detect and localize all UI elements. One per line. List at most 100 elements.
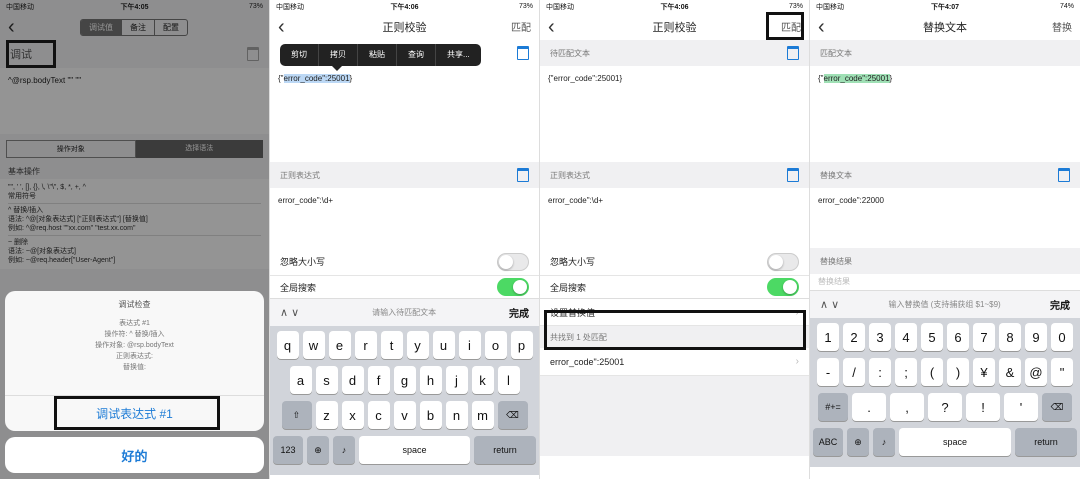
key[interactable]: ? (928, 393, 962, 421)
key[interactable]: ' (1004, 393, 1038, 421)
key[interactable]: n (445, 401, 468, 429)
nav-arrows-icon[interactable]: ∧ ∨ (280, 306, 299, 319)
delete-icon[interactable]: ⌫ (497, 401, 528, 429)
key[interactable]: d (341, 366, 364, 394)
shift-icon[interactable]: ⇧ (281, 401, 312, 429)
key[interactable]: : (869, 358, 891, 386)
key[interactable]: r (354, 331, 377, 359)
trash-icon[interactable] (1058, 168, 1070, 182)
key[interactable]: j (445, 366, 468, 394)
menu-share[interactable]: 共享... (436, 44, 481, 66)
key[interactable]: 9 (1025, 323, 1047, 351)
key[interactable]: a (289, 366, 312, 394)
key[interactable]: 4 (895, 323, 917, 351)
done-button[interactable]: 完成 (1050, 297, 1070, 312)
back-icon[interactable]: ‹ (818, 17, 825, 37)
key[interactable]: t (380, 331, 403, 359)
back-icon[interactable]: ‹ (278, 17, 285, 37)
nav-arrows-icon[interactable]: ∧ ∨ (820, 298, 839, 311)
menu-cut[interactable]: 剪切 (280, 44, 319, 66)
key[interactable]: 3 (869, 323, 891, 351)
ignore-case-toggle[interactable] (497, 252, 529, 271)
key[interactable]: / (843, 358, 865, 386)
match-button[interactable]: 匹配 (781, 19, 801, 34)
key[interactable]: b (419, 401, 442, 429)
key[interactable]: - (817, 358, 839, 386)
key-abc[interactable]: ABC (813, 428, 843, 456)
key[interactable]: q (276, 331, 299, 359)
key[interactable]: " (1051, 358, 1073, 386)
key[interactable]: e (328, 331, 351, 359)
menu-paste[interactable]: 粘贴 (358, 44, 397, 66)
text-input[interactable]: {"error_code":25001} (540, 66, 809, 162)
key[interactable]: ¥ (973, 358, 995, 386)
key-return[interactable]: return (1015, 428, 1077, 456)
key[interactable]: ; (895, 358, 917, 386)
key[interactable]: y (406, 331, 429, 359)
key[interactable]: . (852, 393, 886, 421)
match-button[interactable]: 匹配 (511, 19, 531, 34)
trash-icon[interactable] (517, 168, 529, 182)
text-input[interactable]: {"error_code":25001} (270, 66, 539, 162)
set-replace-row[interactable]: 设置替换值 › (540, 298, 809, 326)
key[interactable]: f (367, 366, 390, 394)
ok-button[interactable]: 好的 (5, 437, 264, 473)
trash-icon[interactable] (787, 168, 799, 182)
delete-icon[interactable]: ⌫ (1042, 393, 1072, 421)
mic-icon[interactable]: ♪ (333, 436, 355, 464)
match-row[interactable]: error_code":25001 › (540, 348, 809, 376)
key[interactable]: w (302, 331, 325, 359)
global-search-toggle[interactable] (767, 278, 799, 296)
key[interactable]: ! (966, 393, 1000, 421)
key[interactable]: z (315, 401, 338, 429)
key[interactable]: m (471, 401, 494, 429)
key-return[interactable]: return (474, 436, 536, 464)
key-symbols[interactable]: #+= (818, 393, 848, 421)
key[interactable]: s (315, 366, 338, 394)
trash-icon[interactable] (517, 46, 529, 60)
key-space[interactable]: space (359, 436, 470, 464)
key[interactable]: x (341, 401, 364, 429)
key[interactable]: 7 (973, 323, 995, 351)
globe-icon[interactable]: ⊕ (307, 436, 329, 464)
key[interactable]: i (458, 331, 481, 359)
key[interactable]: 2 (843, 323, 865, 351)
regex-input[interactable]: error_code":\d+ (540, 188, 809, 248)
menu-copy[interactable]: 拷贝 (319, 44, 358, 66)
key[interactable]: 5 (921, 323, 943, 351)
mic-icon[interactable]: ♪ (873, 428, 895, 456)
key[interactable]: & (999, 358, 1021, 386)
key[interactable]: l (497, 366, 520, 394)
key[interactable]: 0 (1051, 323, 1073, 351)
phone-replace: 中国移动 下午4:07 74% ‹ 替换文本 替换 匹配文本 {"error_c… (810, 0, 1080, 479)
key-space[interactable]: space (899, 428, 1011, 456)
menu-lookup[interactable]: 查询 (397, 44, 436, 66)
key[interactable]: c (367, 401, 390, 429)
key[interactable]: h (419, 366, 442, 394)
key[interactable]: p (510, 331, 533, 359)
back-icon[interactable]: ‹ (548, 17, 555, 37)
key[interactable]: ) (947, 358, 969, 386)
key-123[interactable]: 123 (273, 436, 303, 464)
regex-input[interactable]: error_code":\d+ (270, 188, 539, 248)
key[interactable]: 8 (999, 323, 1021, 351)
key[interactable]: 6 (947, 323, 969, 351)
key[interactable]: o (484, 331, 507, 359)
key[interactable]: ( (921, 358, 943, 386)
globe-icon[interactable]: ⊕ (847, 428, 869, 456)
key[interactable]: u (432, 331, 455, 359)
key[interactable]: , (890, 393, 924, 421)
ignore-case-toggle[interactable] (767, 252, 799, 271)
replace-input[interactable]: error_code":22000 (810, 188, 1080, 248)
trash-icon[interactable] (787, 46, 799, 60)
global-search-toggle[interactable] (497, 278, 529, 296)
key[interactable]: k (471, 366, 494, 394)
done-button[interactable]: 完成 (509, 305, 529, 320)
key[interactable]: v (393, 401, 416, 429)
key[interactable]: g (393, 366, 416, 394)
replace-button[interactable]: 替换 (1052, 19, 1072, 34)
key[interactable]: 1 (817, 323, 839, 351)
debug-expression-button[interactable]: 调试表达式 #1 (5, 395, 264, 431)
highlighted-match: error_code":25001 (823, 74, 890, 83)
key[interactable]: @ (1025, 358, 1047, 386)
